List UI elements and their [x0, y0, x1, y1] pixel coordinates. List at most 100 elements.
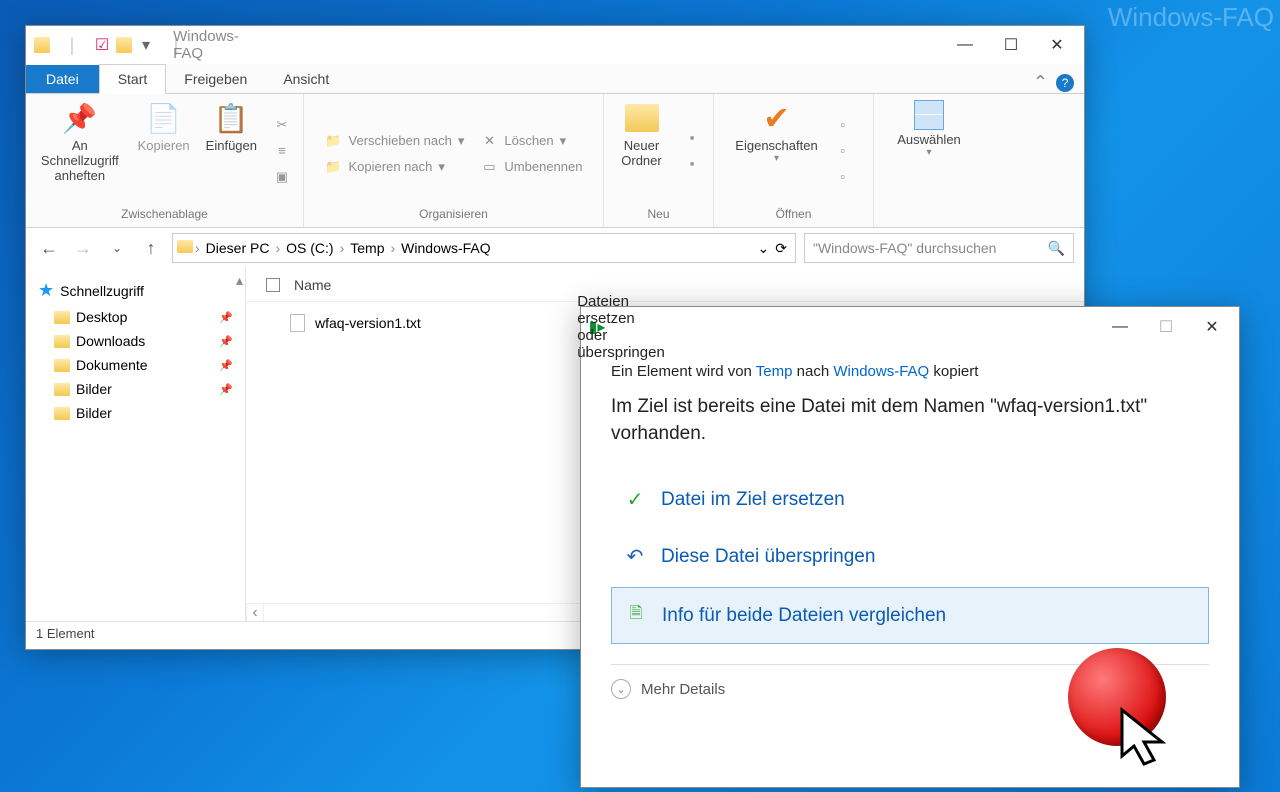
- text-file-icon: [290, 314, 305, 332]
- open-button[interactable]: ▫: [828, 113, 858, 137]
- compare-icon: 🗎: [624, 602, 648, 629]
- tab-file[interactable]: Datei: [26, 65, 99, 93]
- crumb-0[interactable]: Dieser PC: [202, 240, 274, 256]
- pin-icon: 📌: [219, 335, 233, 348]
- nav-desktop[interactable]: Desktop📌: [30, 305, 241, 329]
- watermark-text: Windows-FAQ: [1108, 2, 1274, 33]
- pin-icon: 📌: [219, 383, 233, 396]
- option-replace[interactable]: ✓ Datei im Ziel ersetzen: [611, 473, 1209, 526]
- nav-back-button[interactable]: ←: [36, 235, 62, 261]
- delete-button[interactable]: ✕Löschen ▾: [474, 129, 588, 153]
- scroll-left-icon[interactable]: ‹: [246, 604, 264, 621]
- nav-pane: ▴ ★ Schnellzugriff Desktop📌 Downloads📌 D…: [26, 268, 246, 621]
- paste-button[interactable]: 📋 Einfügen: [200, 98, 263, 155]
- crumb-1[interactable]: OS (C:): [282, 240, 337, 256]
- cut-button[interactable]: ✂: [267, 113, 297, 137]
- explorer-titlebar: | ☑ ▾ | Windows-FAQ — ☐ ✕: [26, 26, 1084, 64]
- dialog-minimize-button[interactable]: —: [1097, 308, 1143, 346]
- column-name[interactable]: Name: [294, 277, 331, 293]
- folder-icon: [54, 359, 70, 372]
- scroll-up-icon[interactable]: ▴: [236, 272, 243, 289]
- minimize-button[interactable]: —: [942, 26, 988, 64]
- nav-up-button[interactable]: ↑: [138, 235, 164, 261]
- properties-icon: ✔: [759, 100, 795, 136]
- rename-button[interactable]: ▭Umbenennen: [474, 155, 588, 179]
- selectall-checkbox[interactable]: [266, 278, 280, 292]
- nav-history-button[interactable]: ⌄: [104, 235, 130, 261]
- file-name: wfaq-version1.txt: [315, 315, 421, 331]
- copy-icon: 📄: [146, 100, 182, 136]
- pin-icon: 📌: [219, 359, 233, 372]
- copyto-icon: 📁: [325, 158, 343, 176]
- group-new-label: Neu: [647, 203, 669, 227]
- collapse-ribbon-icon[interactable]: ⌃: [1033, 72, 1048, 93]
- conflict-message: Im Ziel ist bereits eine Datei mit dem N…: [611, 394, 1209, 447]
- window-title: Windows-FAQ: [198, 37, 214, 53]
- dst-link[interactable]: Windows-FAQ: [833, 363, 929, 380]
- crumb-2[interactable]: Temp: [346, 240, 388, 256]
- nav-quickaccess[interactable]: ★ Schnellzugriff: [30, 276, 241, 305]
- edit-button[interactable]: ▫: [828, 139, 858, 163]
- nav-downloads[interactable]: Downloads📌: [30, 329, 241, 353]
- copypath-icon: ≡: [273, 142, 291, 160]
- select-button[interactable]: Auswählen ▾: [891, 98, 967, 160]
- tab-share[interactable]: Freigeben: [166, 65, 265, 93]
- copy-summary: Ein Element wird von Temp nach Windows-F…: [611, 363, 1209, 380]
- refresh-icon[interactable]: ⟳: [775, 240, 787, 257]
- close-button[interactable]: ✕: [1034, 26, 1080, 64]
- group-clipboard-label: Zwischenablage: [121, 203, 208, 227]
- new-folder-icon: [624, 100, 660, 136]
- cut-icon: ✂: [273, 116, 291, 134]
- option-skip[interactable]: ↶ Diese Datei überspringen: [611, 530, 1209, 583]
- src-link[interactable]: Temp: [756, 363, 793, 380]
- qat-checkbox-icon[interactable]: ☑: [94, 37, 110, 53]
- search-input[interactable]: "Windows-FAQ" durchsuchen 🔍: [804, 233, 1074, 263]
- qat-dropdown-icon[interactable]: ▾: [138, 37, 154, 53]
- folder-icon: [54, 335, 70, 348]
- pin-icon: 📌: [62, 100, 98, 136]
- copy-to-button[interactable]: 📁Kopieren nach ▾: [319, 155, 471, 179]
- dialog-close-button[interactable]: ✕: [1189, 308, 1235, 346]
- copypath-button[interactable]: ≡: [267, 139, 297, 163]
- maximize-button[interactable]: ☐: [988, 26, 1034, 64]
- easy-access-button[interactable]: ▪: [677, 152, 707, 176]
- group-organize-label: Organisieren: [419, 203, 488, 227]
- properties-button[interactable]: ✔ Eigenschaften ▾: [729, 98, 823, 166]
- cursor-icon: [1118, 706, 1178, 776]
- move-to-button[interactable]: 📁Verschieben nach ▾: [319, 129, 471, 153]
- help-icon[interactable]: ?: [1056, 74, 1074, 92]
- new-folder-button[interactable]: Neuer Ordner: [610, 98, 673, 170]
- delete-icon: ✕: [480, 132, 498, 150]
- qat-folder-icon[interactable]: [116, 37, 132, 53]
- nav-pictures-2[interactable]: Bilder: [30, 401, 241, 425]
- rename-icon: ▭: [480, 158, 498, 176]
- crumb-3[interactable]: Windows-FAQ: [397, 240, 494, 256]
- new-item-button[interactable]: ▪: [677, 126, 707, 150]
- shortcut-icon: ▣: [273, 168, 291, 186]
- moveto-icon: 📁: [325, 132, 343, 150]
- nav-forward-button[interactable]: →: [70, 235, 96, 261]
- path-dropdown-icon[interactable]: ⌄: [758, 240, 770, 257]
- breadcrumb[interactable]: › Dieser PC› OS (C:)› Temp› Windows-FAQ …: [172, 233, 796, 263]
- copy-button[interactable]: 📄 Kopieren: [132, 98, 196, 155]
- history-button[interactable]: ▫: [828, 165, 858, 189]
- ribbon-tabs: Datei Start Freigeben Ansicht ⌃ ?: [26, 64, 1084, 94]
- tab-view[interactable]: Ansicht: [265, 65, 347, 93]
- dialog-title: Dateien ersetzen oder überspringen: [613, 319, 629, 335]
- nav-documents[interactable]: Dokumente📌: [30, 353, 241, 377]
- check-icon: ✓: [623, 487, 647, 512]
- pin-icon: 📌: [219, 311, 233, 324]
- pathbar: ← → ⌄ ↑ › Dieser PC› OS (C:)› Temp› Wind…: [26, 228, 1084, 268]
- star-icon: ★: [38, 280, 54, 301]
- option-compare[interactable]: 🗎 Info für beide Dateien vergleichen: [611, 587, 1209, 644]
- tab-start[interactable]: Start: [99, 64, 167, 94]
- dialog-maximize-button[interactable]: ☐: [1143, 308, 1189, 346]
- undo-icon: ↶: [623, 544, 647, 569]
- pasteshortcut-button[interactable]: ▣: [267, 165, 297, 189]
- pin-quickaccess-button[interactable]: 📌 An Schnellzugriff anheften: [32, 98, 128, 185]
- folder-icon: [177, 240, 193, 256]
- chevron-down-icon: ⌄: [611, 679, 631, 699]
- paste-icon: 📋: [213, 100, 249, 136]
- nav-pictures[interactable]: Bilder📌: [30, 377, 241, 401]
- select-icon: [914, 100, 944, 130]
